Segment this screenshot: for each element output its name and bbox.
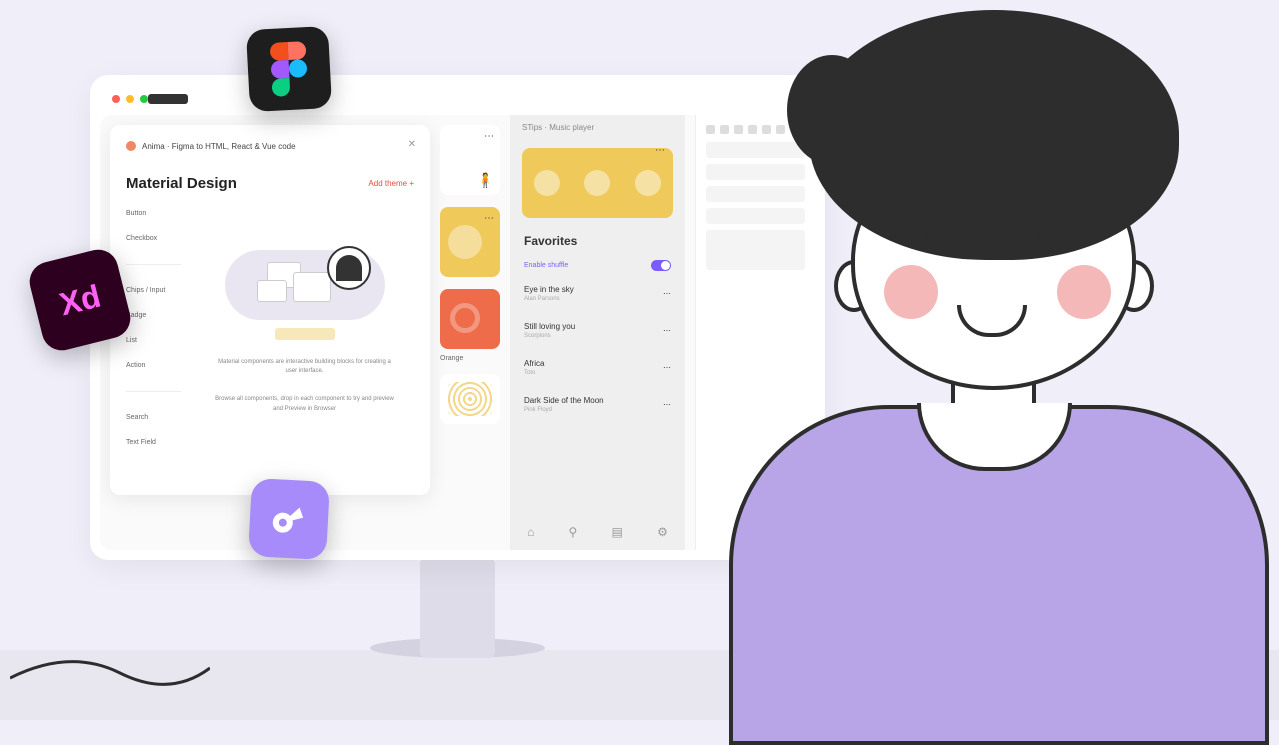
material-logo-icon — [327, 246, 371, 290]
kebab-icon[interactable]: ⋯ — [655, 145, 665, 156]
song-row[interactable]: AfricaToto⋯ — [510, 349, 685, 386]
song-artist: Alan Parsons — [524, 296, 574, 302]
player-title: STips · Music player — [510, 115, 685, 140]
song-row[interactable]: Dark Side of the MoonPink Floyd⋯ — [510, 386, 685, 423]
song-row[interactable]: Still loving youScorpions⋯ — [510, 312, 685, 349]
preview-card[interactable]: ⋯ — [440, 207, 500, 277]
shuffle-label: Enable shuffle — [524, 262, 568, 269]
library-icon[interactable]: ▤ — [612, 525, 623, 539]
song-artist: Scorpions — [524, 333, 575, 339]
title-bar-pill — [148, 94, 188, 104]
modal-header-text: Anima · Figma to HTML, React & Vue code — [142, 142, 296, 151]
anima-badge-icon — [126, 141, 136, 151]
burst-shape — [448, 382, 492, 416]
mouse-cable — [10, 638, 210, 698]
xd-label: Xd — [56, 277, 105, 323]
side-item[interactable]: Action — [126, 362, 181, 369]
highlight-pill — [275, 328, 335, 340]
cloud-shape — [225, 250, 385, 320]
flower-shape — [584, 170, 610, 196]
song-artist: Toto — [524, 370, 544, 376]
preview-card[interactable] — [440, 374, 500, 424]
settings-icon[interactable]: ⚙ — [657, 525, 668, 539]
monitor-stand — [420, 558, 495, 658]
song-title: Africa — [524, 359, 544, 368]
album-art: ⋯ — [522, 148, 673, 218]
circle-shape — [448, 225, 482, 259]
favorites-heading: Favorites — [510, 226, 685, 256]
song-row[interactable]: Eye in the skyAlan Parsons⋯ — [510, 275, 685, 312]
modal-header: Anima · Figma to HTML, React & Vue code — [126, 141, 414, 151]
description-text: Material components are interactive buil… — [215, 358, 395, 377]
preview-label: Orange — [440, 355, 500, 362]
preview-card[interactable] — [440, 289, 500, 349]
close-dot[interactable] — [112, 95, 120, 103]
song-title: Still loving you — [524, 322, 575, 331]
component-side-list: Button Checkbox Chips / Input Badge List… — [126, 210, 181, 446]
player-nav: ⌂ ⚲ ▤ ⚙ — [510, 514, 685, 550]
mock-window — [257, 280, 287, 302]
mock-window — [293, 272, 331, 302]
minimize-dot[interactable] — [126, 95, 134, 103]
figure-icon: 🧍 — [477, 172, 494, 189]
shuffle-toggle[interactable] — [651, 260, 671, 271]
side-item[interactable]: Search — [126, 414, 181, 421]
song-title: Eye in the sky — [524, 285, 574, 294]
plugin-modal: Anima · Figma to HTML, React & Vue code … — [110, 125, 430, 495]
shuffle-row: Enable shuffle — [510, 256, 685, 275]
preview-card[interactable]: ⋯ 🧍 — [440, 125, 500, 195]
illustration: Material components are interactive buil… — [195, 210, 414, 446]
music-player-frame: STips · Music player ⋯ Favorites Enable … — [510, 115, 685, 550]
ring-shape — [450, 303, 480, 333]
description-text: Browse all components, drop in each comp… — [215, 395, 395, 414]
side-item[interactable]: Checkbox — [126, 235, 181, 242]
flower-shape — [534, 170, 560, 196]
song-artist: Pink Floyd — [524, 407, 604, 413]
kebab-icon[interactable]: ⋯ — [484, 131, 494, 142]
window-traffic-lights — [112, 95, 148, 103]
song-title: Dark Side of the Moon — [524, 396, 604, 405]
side-item[interactable]: List — [126, 337, 181, 344]
kebab-icon[interactable]: ⋯ — [484, 213, 494, 224]
modal-title: Material Design — [126, 175, 237, 192]
side-item[interactable]: Chips / Input — [126, 287, 181, 294]
divider — [126, 264, 181, 265]
divider — [126, 391, 181, 392]
maximize-dot[interactable] — [140, 95, 148, 103]
figma-app-icon — [246, 26, 332, 112]
side-item[interactable]: Text Field — [126, 439, 181, 446]
anima-app-icon — [248, 478, 330, 560]
side-item[interactable]: Badge — [126, 312, 181, 319]
close-icon[interactable]: ✕ — [408, 139, 416, 150]
flower-shape — [635, 170, 661, 196]
add-theme-button[interactable]: Add theme + — [368, 179, 414, 188]
home-icon[interactable]: ⌂ — [527, 525, 534, 539]
side-item[interactable]: Button — [126, 210, 181, 217]
character-illustration — [669, 5, 1279, 720]
search-icon[interactable]: ⚲ — [569, 525, 578, 539]
preview-column: ⋯ 🧍 ⋯ Orange — [440, 125, 500, 424]
